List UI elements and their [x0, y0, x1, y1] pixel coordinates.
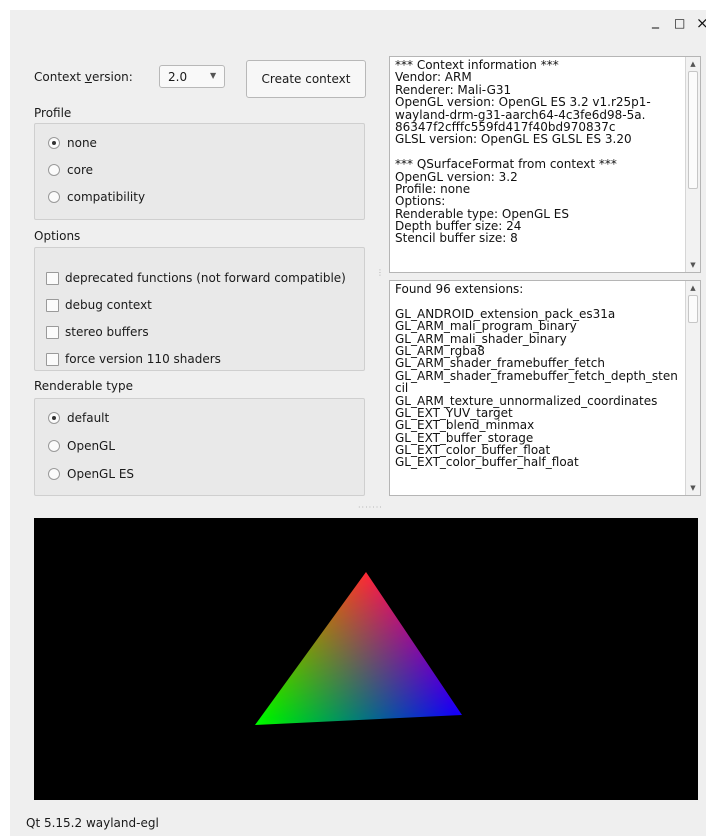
- scroll-down-icon[interactable]: ▼: [686, 259, 700, 271]
- splitter-handle[interactable]: ·······: [358, 503, 383, 512]
- profile-title: Profile: [34, 106, 72, 120]
- text-line: GL_ARM_shader_framebuffer_fetch: [395, 356, 605, 371]
- scroll-down-icon[interactable]: ▼: [686, 482, 700, 494]
- text-line: GL_ARM_shader_framebuffer_fetch_depth_st…: [395, 368, 678, 383]
- profile-group: none core compatibility: [34, 123, 365, 220]
- radio-checked-icon[interactable]: [48, 412, 60, 424]
- minimize-icon[interactable]: _: [652, 12, 659, 30]
- triangle-blue-vertex: [255, 572, 462, 725]
- renderable-type-title: Renderable type: [34, 379, 134, 393]
- radio-label: none: [67, 136, 97, 150]
- renderable-type-group: default OpenGL OpenGL ES: [34, 398, 365, 496]
- create-context-button[interactable]: Create context: [246, 60, 366, 98]
- context-info-scrollbar[interactable]: ▲ ▼: [685, 57, 700, 272]
- extensions-textbox[interactable]: Found 96 extensions: GL_ANDROID_extension…: [389, 280, 701, 496]
- text-line: OpenGL version: OpenGL ES 3.2 v1.r25p1-: [395, 95, 651, 110]
- checkbox-label: stereo buffers: [65, 325, 149, 339]
- status-label: Qt 5.15.2 wayland-egl: [26, 816, 159, 830]
- text-line: [395, 295, 680, 307]
- text-line: cil: [395, 381, 409, 396]
- scroll-thumb[interactable]: [688, 71, 698, 189]
- close-icon[interactable]: ×: [696, 14, 706, 32]
- scroll-up-icon[interactable]: ▲: [686, 58, 700, 70]
- radio-label: default: [67, 411, 110, 425]
- radio-unchecked-icon[interactable]: [48, 468, 60, 480]
- text-line: *** QSurfaceFormat from context ***: [395, 157, 617, 172]
- app-window: _ □ × Context version: 2.0 ▼ Create cont…: [10, 10, 706, 836]
- radio-unchecked-icon[interactable]: [48, 164, 60, 176]
- radio-unchecked-icon[interactable]: [48, 440, 60, 452]
- text-line: GL_ARM_mali_program_binary: [395, 319, 577, 334]
- text-line: GLSL version: OpenGL ES GLSL ES 3.20: [395, 132, 632, 147]
- triangle-canvas: [255, 572, 462, 725]
- context-version-combo[interactable]: 2.0 ▼: [159, 65, 225, 88]
- chevron-down-icon: ▼: [210, 71, 217, 80]
- options-title: Options: [34, 229, 81, 243]
- scroll-thumb[interactable]: [688, 295, 698, 323]
- text-line: GL_EXT_color_buffer_half_float: [395, 455, 579, 470]
- checkbox-unchecked-icon[interactable]: [46, 299, 59, 312]
- checkbox-unchecked-icon[interactable]: [46, 326, 59, 339]
- checkbox-label: debug context: [65, 298, 152, 312]
- context-info-textbox[interactable]: *** Context information *** Vendor: ARM Re…: [389, 56, 701, 273]
- text-line: Stencil buffer size: 8: [395, 231, 518, 246]
- extensions-text: Found 96 extensions: GL_ANDROID_extension…: [395, 283, 680, 469]
- radio-label: compatibility: [67, 190, 146, 204]
- checkbox-label: force version 110 shaders: [65, 352, 221, 366]
- maximize-icon[interactable]: □: [674, 14, 685, 32]
- title-bar: _ □ ×: [10, 10, 706, 38]
- scroll-up-icon[interactable]: ▲: [686, 282, 700, 294]
- context-info-text: *** Context information *** Vendor: ARM Re…: [395, 59, 680, 245]
- text-line: Options:: [395, 194, 446, 209]
- checkbox-unchecked-icon[interactable]: [46, 353, 59, 366]
- opengl-render-view: [34, 518, 698, 800]
- radio-label: core: [67, 163, 93, 177]
- checkbox-label: deprecated functions (not forward compat…: [65, 271, 346, 285]
- radio-unchecked-icon[interactable]: [48, 191, 60, 203]
- radio-checked-icon[interactable]: [48, 137, 60, 149]
- options-group: deprecated functions (not forward compat…: [34, 247, 365, 371]
- context-version-label: Context version:: [34, 70, 133, 84]
- radio-label: OpenGL: [67, 439, 116, 453]
- text-line: Found 96 extensions:: [395, 282, 524, 296]
- text-line: GL_EXT_blend_minmax: [395, 418, 535, 433]
- splitter-handle[interactable]: ⋮: [376, 268, 385, 277]
- checkbox-unchecked-icon[interactable]: [46, 272, 59, 285]
- extensions-scrollbar[interactable]: ▲ ▼: [685, 281, 700, 495]
- text-line: Vendor: ARM: [395, 70, 472, 85]
- radio-label: OpenGL ES: [67, 467, 135, 481]
- context-version-value: 2.0: [168, 70, 188, 84]
